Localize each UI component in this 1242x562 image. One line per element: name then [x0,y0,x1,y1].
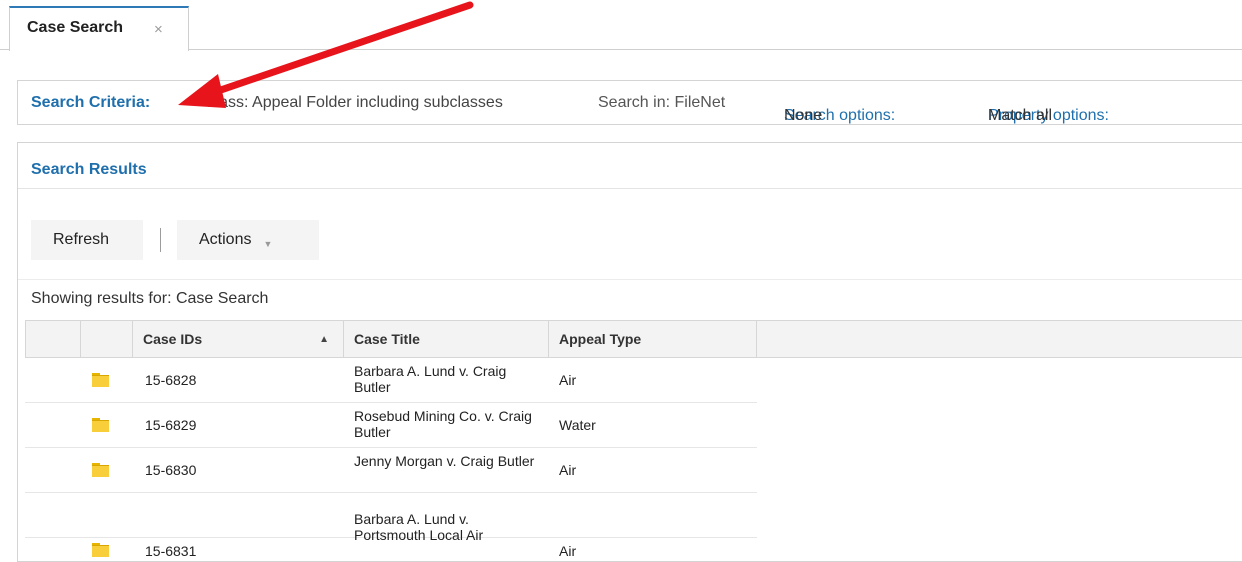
results-title: Search Results [31,161,147,178]
criteria-class: Class: Appeal Folder including subclasse… [204,94,503,111]
cell-appeal-type: Air [559,372,577,388]
table-row[interactable]: 15-6829 Rosebud Mining Co. v. Craig Butl… [25,403,757,448]
toolbar-divider-line [18,279,1242,280]
header-appeal-type-label: Appeal Type [559,331,642,347]
cell-appeal-type: Water [559,417,596,433]
tab-case-search[interactable]: Case Search × [9,6,189,51]
folder-icon [92,463,109,477]
search-criteria-toggle[interactable]: Search Criteria: [31,94,150,112]
cell-case-id: 15-6828 [145,372,197,388]
cell-case-title: Jenny Morgan v. Craig Butler [354,453,535,469]
header-case-title[interactable]: Case Title [344,321,549,358]
results-toolbar: Refresh Actions ▼ [31,220,1231,260]
sort-ascending-icon: ▲ [319,334,329,345]
header-case-ids[interactable]: Case IDs ▲ [133,321,344,358]
cell-case-title: Barbara A. Lund v. Craig Butler [354,363,507,395]
property-options-value: Match all [988,107,1053,124]
results-header: Search Results [18,143,1242,189]
search-criteria-bar: Search Criteria: Class: Appeal Folder in… [17,80,1242,125]
chevron-down-icon: ▼ [263,239,273,249]
cell-case-id: 15-6831 [145,543,197,559]
header-icon [81,321,133,358]
header-case-title-label: Case Title [354,331,420,347]
actions-button[interactable]: Actions ▼ [177,220,319,260]
cell-case-id: 15-6830 [145,462,197,478]
showing-results-text: Showing results for: Case Search [31,290,269,307]
search-options-value: None [784,107,823,124]
actions-label: Actions [199,231,252,248]
tab-strip: Case Search × [0,0,1242,51]
header-case-ids-label: Case IDs [143,331,203,347]
header-select[interactable] [25,321,81,358]
toolbar-divider [160,228,161,252]
refresh-label: Refresh [53,231,110,248]
tab-label: Case Search [27,19,124,36]
folder-icon [92,373,109,387]
table-row[interactable]: 15-6828 Barbara A. Lund v. Craig Butler … [25,358,757,403]
cell-case-id: 15-6829 [145,417,197,433]
header-appeal-type[interactable]: Appeal Type [549,321,757,358]
cell-appeal-type: Air [559,543,577,559]
folder-icon [92,543,109,557]
grid-header: Case IDs ▲ Case Title Appeal Type [25,320,1242,358]
folder-icon [92,418,109,432]
close-icon[interactable]: × [154,22,163,37]
cell-case-title: Barbara A. Lund v. Portsmouth Local Air [354,511,484,543]
cell-case-title: Rosebud Mining Co. v. Craig Butler [354,408,532,440]
cell-appeal-type: Air [559,462,577,478]
criteria-search-in: Search in: FileNet [598,94,726,111]
table-row[interactable]: 15-6830 Jenny Morgan v. Craig Butler Air [25,448,757,493]
table-row[interactable]: 15-6831 Barbara A. Lund v. Portsmouth Lo… [25,493,757,559]
refresh-button[interactable]: Refresh [31,220,143,260]
